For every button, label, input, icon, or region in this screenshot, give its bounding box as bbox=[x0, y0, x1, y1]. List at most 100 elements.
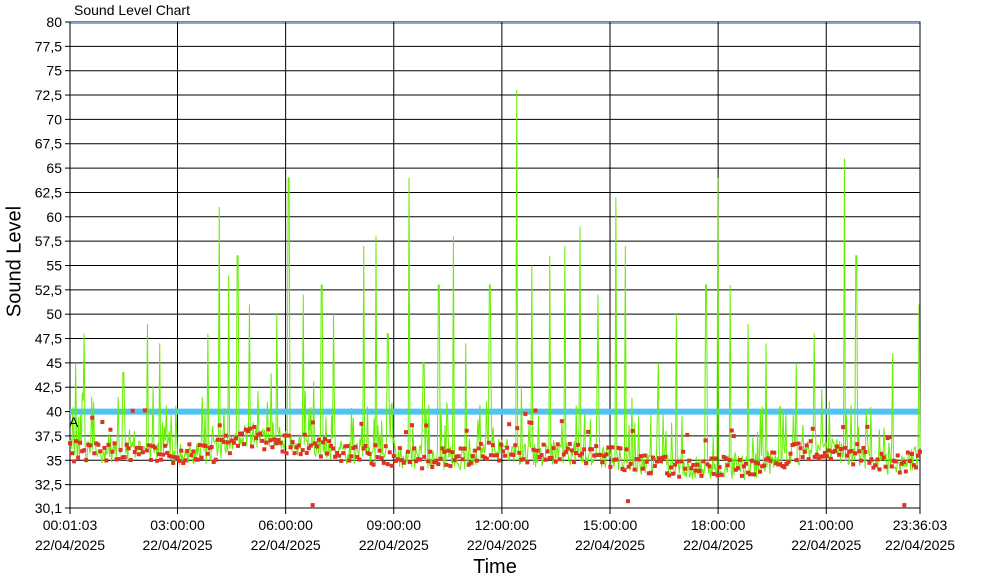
red-series-point bbox=[408, 460, 412, 465]
red-series-point bbox=[586, 429, 591, 434]
y-tick-label: 47,5 bbox=[35, 331, 62, 347]
red-series-point bbox=[499, 442, 504, 447]
y-tick-label: 80 bbox=[46, 14, 62, 30]
red-series-point bbox=[298, 452, 303, 457]
x-tick-time-label: 15:00:00 bbox=[583, 517, 638, 533]
red-series-point bbox=[286, 433, 291, 438]
red-series-point bbox=[446, 448, 451, 453]
red-series-point bbox=[458, 446, 463, 451]
red-series-point bbox=[511, 452, 516, 457]
y-axis-label: Sound Level bbox=[3, 205, 26, 318]
red-series-point bbox=[608, 464, 613, 469]
red-series-point bbox=[701, 459, 706, 464]
red-series-point bbox=[756, 461, 761, 466]
red-series-point bbox=[551, 446, 556, 451]
red-series-point bbox=[157, 452, 162, 457]
red-series-point bbox=[865, 424, 870, 429]
y-tick-label: 40 bbox=[46, 404, 62, 420]
red-series-point bbox=[116, 457, 121, 462]
red-series-point bbox=[74, 439, 79, 444]
red-series-point bbox=[395, 457, 400, 462]
red-series-point bbox=[367, 451, 372, 456]
red-series-point bbox=[426, 459, 431, 464]
red-series-point bbox=[792, 442, 797, 447]
sound-level-chart: 80 77,5 75 72,5 70 67,5 65 62,5 60 57,5 55 52,5 50 47… bbox=[35, 14, 955, 553]
y-tick-label: 77,5 bbox=[35, 38, 62, 54]
red-series-point bbox=[385, 462, 390, 467]
red-series-point bbox=[881, 455, 886, 460]
red-series-point bbox=[543, 457, 548, 462]
red-series-point bbox=[644, 459, 649, 464]
red-series-point bbox=[452, 458, 457, 463]
red-series-point bbox=[288, 445, 293, 450]
red-series-point bbox=[913, 465, 918, 470]
y-tick-label: 42,5 bbox=[35, 379, 62, 395]
red-series-point bbox=[590, 447, 595, 452]
red-series-point bbox=[531, 447, 536, 452]
red-series-point bbox=[227, 451, 232, 456]
red-series-point bbox=[102, 445, 107, 450]
red-series-point bbox=[486, 440, 491, 445]
red-series-point bbox=[703, 438, 708, 443]
red-series-point bbox=[90, 415, 95, 420]
red-series-point bbox=[723, 456, 728, 461]
red-series-point bbox=[565, 446, 570, 451]
red-series-point bbox=[264, 440, 269, 445]
red-series-point bbox=[580, 451, 585, 456]
red-series-point bbox=[683, 466, 688, 471]
red-series-point bbox=[693, 468, 698, 473]
red-series-point bbox=[675, 459, 680, 464]
x-tick-time-label: 18:00:00 bbox=[691, 517, 746, 533]
red-series-point bbox=[681, 449, 686, 454]
red-series-point bbox=[879, 451, 884, 456]
red-series-point bbox=[290, 440, 295, 445]
red-series-point bbox=[715, 473, 720, 478]
red-series-point bbox=[327, 439, 332, 444]
red-series-point bbox=[347, 458, 352, 463]
red-series-point bbox=[855, 442, 860, 447]
y-tick-label: 55 bbox=[46, 257, 62, 273]
red-series-point bbox=[248, 426, 253, 431]
y-tick-label: 70 bbox=[46, 111, 62, 127]
red-series-point bbox=[353, 444, 358, 449]
red-series-point bbox=[84, 458, 89, 463]
red-series-point bbox=[563, 450, 568, 455]
red-series-point bbox=[478, 441, 483, 446]
red-series-point bbox=[513, 443, 518, 448]
red-series-point bbox=[464, 428, 469, 433]
red-series-point bbox=[476, 446, 481, 451]
red-series-point bbox=[448, 464, 453, 469]
red-series-point bbox=[824, 454, 829, 459]
x-tick-date-label: 22/04/2025 bbox=[467, 537, 537, 553]
y-tick-label: 62,5 bbox=[35, 184, 62, 200]
red-series-point bbox=[96, 442, 101, 447]
red-series-point bbox=[387, 450, 392, 455]
red-series-point bbox=[869, 457, 874, 462]
red-series-point bbox=[223, 433, 228, 438]
red-series-point bbox=[428, 449, 433, 454]
red-series-point bbox=[323, 437, 327, 442]
red-series-point bbox=[889, 464, 894, 469]
red-series-point bbox=[699, 473, 704, 478]
red-series-point bbox=[209, 445, 214, 450]
red-series-point bbox=[474, 458, 479, 463]
red-series-point bbox=[161, 452, 166, 457]
red-series-point bbox=[717, 465, 722, 470]
red-series-point bbox=[640, 466, 645, 471]
red-series-point bbox=[810, 426, 815, 431]
red-series-point bbox=[642, 453, 647, 458]
red-series-point bbox=[903, 469, 908, 474]
red-series-point bbox=[729, 428, 734, 433]
red-series-point bbox=[235, 443, 240, 448]
red-series-point bbox=[262, 447, 267, 452]
red-series-point bbox=[371, 462, 376, 467]
red-series-point bbox=[806, 457, 811, 462]
red-series-point bbox=[604, 452, 609, 457]
red-series-point bbox=[169, 454, 174, 459]
red-series-point bbox=[377, 448, 382, 453]
red-series-point bbox=[737, 457, 742, 462]
red-series-point bbox=[144, 448, 149, 453]
red-series-point bbox=[252, 424, 257, 429]
red-series-point bbox=[302, 432, 307, 437]
red-series-point bbox=[739, 473, 744, 478]
